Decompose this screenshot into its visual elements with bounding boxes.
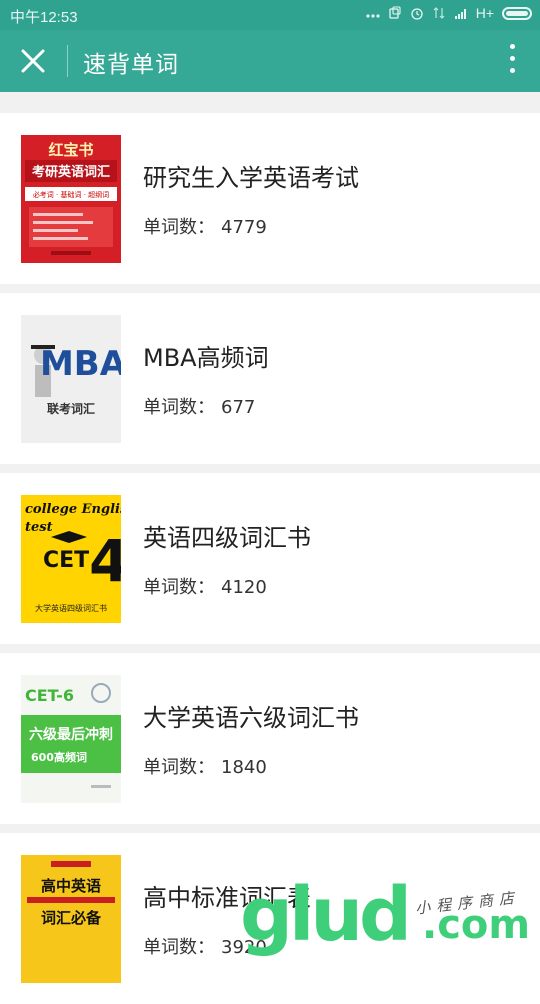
more-dots-icon xyxy=(366,6,380,20)
svg-text:CET: CET xyxy=(43,548,89,573)
word-count-label: 单词数： xyxy=(143,217,215,238)
more-vertical-icon xyxy=(509,44,515,49)
more-options-button[interactable] xyxy=(508,44,516,78)
word-count: 单词数： 4120 xyxy=(143,573,267,599)
close-icon xyxy=(21,49,45,73)
word-count-value: 4120 xyxy=(221,577,267,598)
app-bar: 速背单词 xyxy=(0,30,540,92)
svg-text:词汇必备: 词汇必备 xyxy=(41,909,102,927)
word-count: 单词数： 1840 xyxy=(143,753,267,779)
close-button[interactable] xyxy=(18,46,48,76)
book-title: 英语四级词汇书 xyxy=(143,524,311,552)
svg-text:CET-6: CET-6 xyxy=(25,686,74,705)
battery-icon xyxy=(502,6,532,20)
status-icons: H+ xyxy=(366,5,532,21)
book-cover-image: 高中英语 词汇必备 xyxy=(21,855,121,983)
list-item[interactable]: MBA 联考词汇 MBA高频词 单词数： 677 xyxy=(0,293,540,464)
book-cover-image: college English test CET 4 大学英语四级词汇书 xyxy=(21,495,121,623)
word-count-label: 单词数： xyxy=(143,397,215,418)
status-bar: 中午12:53 H+ xyxy=(0,0,540,30)
signal-icon xyxy=(454,6,468,20)
svg-text:六级最后冲刺: 六级最后冲刺 xyxy=(29,726,113,743)
word-count-value: 4779 xyxy=(221,217,267,238)
word-count-label: 单词数： xyxy=(143,577,215,598)
svg-text:考研英语词汇: 考研英语词汇 xyxy=(32,164,110,180)
book-title: 高中标准词汇表 xyxy=(143,884,311,912)
book-title: 大学英语六级词汇书 xyxy=(143,704,359,732)
svg-text:college English: college English xyxy=(25,502,121,517)
word-count: 单词数： 677 xyxy=(143,393,255,419)
screen-rotate-icon xyxy=(388,6,402,20)
list-item[interactable]: college English test CET 4 大学英语四级词汇书 英语四… xyxy=(0,473,540,644)
alarm-icon xyxy=(410,6,424,20)
word-count: 单词数： 4779 xyxy=(143,213,267,239)
svg-text:必考词 · 基础词 · 超纲词: 必考词 · 基础词 · 超纲词 xyxy=(33,190,109,199)
network-type: H+ xyxy=(475,5,494,21)
word-count-label: 单词数： xyxy=(143,757,215,778)
svg-text:600高频词: 600高频词 xyxy=(31,750,87,764)
svg-text:联考词汇: 联考词汇 xyxy=(47,401,95,416)
svg-text:test: test xyxy=(25,520,53,535)
app-bar-divider xyxy=(67,45,68,77)
word-count-value: 677 xyxy=(221,397,256,418)
svg-text:4: 4 xyxy=(89,527,121,595)
list-item[interactable]: CET-6 六级最后冲刺 600高频词 大学英语六级词汇书 单词数： 1840 xyxy=(0,653,540,824)
list-item[interactable]: 高中英语 词汇必备 高中标准词汇表 单词数： 3920 xyxy=(0,833,540,1004)
book-cover-image: CET-6 六级最后冲刺 600高频词 xyxy=(21,675,121,803)
book-cover-image: 红宝书 考研英语词汇 必考词 · 基础词 · 超纲词 xyxy=(21,135,121,263)
list-item[interactable]: 红宝书 考研英语词汇 必考词 · 基础词 · 超纲词 研究生入学英语考试 单词数… xyxy=(0,113,540,284)
book-title: MBA高频词 xyxy=(143,344,269,372)
status-time: 中午12:53 xyxy=(10,9,78,26)
svg-text:大学英语四级词汇书: 大学英语四级词汇书 xyxy=(35,603,107,613)
svg-text:MBA: MBA xyxy=(40,344,121,384)
book-title: 研究生入学英语考试 xyxy=(143,164,359,192)
data-transfer-icon xyxy=(432,6,446,20)
word-count-value: 3920 xyxy=(221,937,267,958)
word-count-value: 1840 xyxy=(221,757,267,778)
word-count-label: 单词数： xyxy=(143,937,215,958)
book-cover-image: MBA 联考词汇 xyxy=(21,315,121,443)
svg-text:高中英语: 高中英语 xyxy=(41,877,101,895)
word-count: 单词数： 3920 xyxy=(143,933,267,959)
svg-text:红宝书: 红宝书 xyxy=(48,141,93,159)
page-title: 速背单词 xyxy=(83,52,179,78)
